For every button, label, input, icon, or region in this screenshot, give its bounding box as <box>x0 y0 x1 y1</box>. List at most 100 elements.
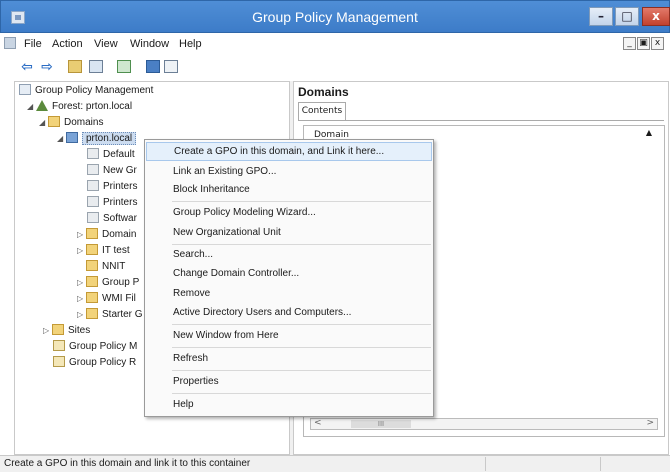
context-menu: Create a GPO in this domain, and Link it… <box>144 139 434 417</box>
tree-item-prton-local[interactable]: ◢ prton.local <box>57 131 137 147</box>
back-icon[interactable]: ⇦ <box>18 58 36 76</box>
title-bar: Group Policy Management – □ x <box>0 0 670 33</box>
horizontal-scrollbar[interactable]: < III > <box>310 418 658 430</box>
expand-toggle[interactable]: ▷ <box>77 227 86 243</box>
expand-toggle[interactable]: ▷ <box>77 291 86 307</box>
menu-item-remove[interactable]: Remove <box>146 284 432 303</box>
details-title: Domains <box>298 85 349 99</box>
expand-toggle[interactable]: ◢ <box>27 99 36 115</box>
menu-separator <box>172 347 431 348</box>
menu-separator <box>172 324 431 325</box>
tab-divider <box>298 120 664 121</box>
menu-item-properties[interactable]: Properties <box>146 372 432 391</box>
tree-item-group-policy-objects[interactable]: ▷ Group P <box>77 275 139 291</box>
menu-item-search[interactable]: Search... <box>146 245 432 264</box>
expand-toggle[interactable]: ▷ <box>77 307 86 323</box>
gpo-link-icon <box>87 164 99 175</box>
console-root-icon <box>19 84 31 95</box>
sites-folder-icon <box>52 324 64 335</box>
gpo-link-icon <box>87 196 99 207</box>
menu-separator <box>172 393 431 394</box>
forest-icon <box>36 100 48 111</box>
menu-view[interactable]: View <box>94 38 118 50</box>
ou-folder-icon <box>86 228 98 239</box>
show-hide-tree-icon[interactable] <box>89 60 103 73</box>
menu-window[interactable]: Window <box>130 38 169 50</box>
menu-item-create-gpo-link[interactable]: Create a GPO in this domain, and Link it… <box>146 142 432 161</box>
menu-item-new-ou[interactable]: New Organizational Unit <box>146 223 432 242</box>
domains-folder-icon <box>48 116 60 127</box>
mdi-close-button[interactable]: x <box>651 37 664 50</box>
scroll-right-icon[interactable]: > <box>646 418 654 428</box>
window-title: Group Policy Management <box>252 9 418 25</box>
menu-separator <box>172 370 431 371</box>
menu-item-block-inheritance[interactable]: Block Inheritance <box>146 180 432 199</box>
system-menu-icon[interactable] <box>4 37 16 49</box>
gpo-folder-icon <box>86 276 98 287</box>
tree-item-wmi-filters[interactable]: ▷ WMI Fil <box>77 291 136 307</box>
tree-item-ou[interactable]: ▷ IT test <box>77 243 130 259</box>
tree-item-gpo-link[interactable]: New Gr <box>87 163 137 179</box>
tree-item-modeling[interactable]: Group Policy M <box>53 339 137 355</box>
toolbar: ⇦ ⇨ <box>0 55 670 79</box>
menu-bar: File Action View Window Help _ ▣ x <box>0 33 670 55</box>
menu-help[interactable]: Help <box>179 38 202 50</box>
menu-item-new-window[interactable]: New Window from Here <box>146 326 432 345</box>
show-action-pane-icon[interactable] <box>164 60 178 73</box>
expand-toggle[interactable]: ▷ <box>77 275 86 291</box>
scroll-left-icon[interactable]: < <box>314 418 322 428</box>
menu-item-change-dc[interactable]: Change Domain Controller... <box>146 264 432 283</box>
tree-item-sites[interactable]: ▷ Sites <box>43 323 90 339</box>
tree-item-domains[interactable]: ◢ Domains <box>39 115 103 131</box>
selected-label: prton.local <box>82 132 137 145</box>
refresh-icon[interactable] <box>117 60 131 73</box>
tab-contents[interactable]: Contents <box>298 102 346 120</box>
menu-file[interactable]: File <box>24 38 42 50</box>
mdi-restore-button[interactable]: ▣ <box>637 37 650 50</box>
sort-asc-icon: ▲ <box>645 128 652 137</box>
menu-item-aduc[interactable]: Active Directory Users and Computers... <box>146 303 432 322</box>
expand-toggle[interactable]: ◢ <box>57 131 66 147</box>
gpo-link-icon <box>87 212 99 223</box>
menu-separator <box>172 201 431 202</box>
maximize-button[interactable]: □ <box>615 7 639 26</box>
tree-item-gpo-link[interactable]: Softwar <box>87 211 137 227</box>
expand-toggle[interactable]: ▷ <box>43 323 52 339</box>
forward-icon[interactable]: ⇨ <box>38 58 56 76</box>
starter-folder-icon <box>86 308 98 319</box>
tree-item-forest[interactable]: ◢ Forest: prton.local <box>27 99 132 115</box>
tree-item-gpm-root[interactable]: Group Policy Management <box>19 83 153 99</box>
menu-item-help[interactable]: Help <box>146 395 432 414</box>
ou-folder-icon <box>86 260 98 271</box>
close-button[interactable]: x <box>642 7 670 26</box>
expand-toggle[interactable]: ◢ <box>39 115 48 131</box>
menu-action[interactable]: Action <box>52 38 83 50</box>
wmi-folder-icon <box>86 292 98 303</box>
tree-item-ou[interactable]: NNIT <box>86 259 125 275</box>
expand-toggle[interactable]: ▷ <box>77 243 86 259</box>
status-divider <box>600 457 601 471</box>
tree-item-results[interactable]: Group Policy R <box>53 355 136 371</box>
menu-item-refresh[interactable]: Refresh <box>146 349 432 368</box>
tree-item-starter-gpos[interactable]: ▷ Starter G <box>77 307 143 323</box>
tree-item-gpo-link[interactable]: Printers <box>87 179 137 195</box>
ou-folder-icon <box>86 244 98 255</box>
tree-item-gpo-link[interactable]: Printers <box>87 195 137 211</box>
status-bar: Create a GPO in this domain and link it … <box>0 455 670 472</box>
gpo-link-icon <box>87 148 99 159</box>
mdi-minimize-button[interactable]: _ <box>623 37 636 50</box>
tree-item-gpo-link[interactable]: Default <box>87 147 135 163</box>
tree-item-ou[interactable]: ▷ Domain <box>77 227 136 243</box>
menu-item-modeling-wizard[interactable]: Group Policy Modeling Wizard... <box>146 203 432 222</box>
menu-item-link-existing-gpo[interactable]: Link an Existing GPO... <box>146 162 432 181</box>
status-text: Create a GPO in this domain and link it … <box>4 458 251 469</box>
results-icon <box>53 356 65 367</box>
gpo-link-icon <box>87 180 99 191</box>
help-icon[interactable] <box>146 60 160 73</box>
minimize-button[interactable]: – <box>589 7 613 26</box>
scroll-thumb[interactable]: III <box>351 420 411 428</box>
up-folder-icon[interactable] <box>68 60 82 73</box>
status-divider <box>485 457 486 471</box>
modeling-icon <box>53 340 65 351</box>
domain-icon <box>66 132 78 143</box>
